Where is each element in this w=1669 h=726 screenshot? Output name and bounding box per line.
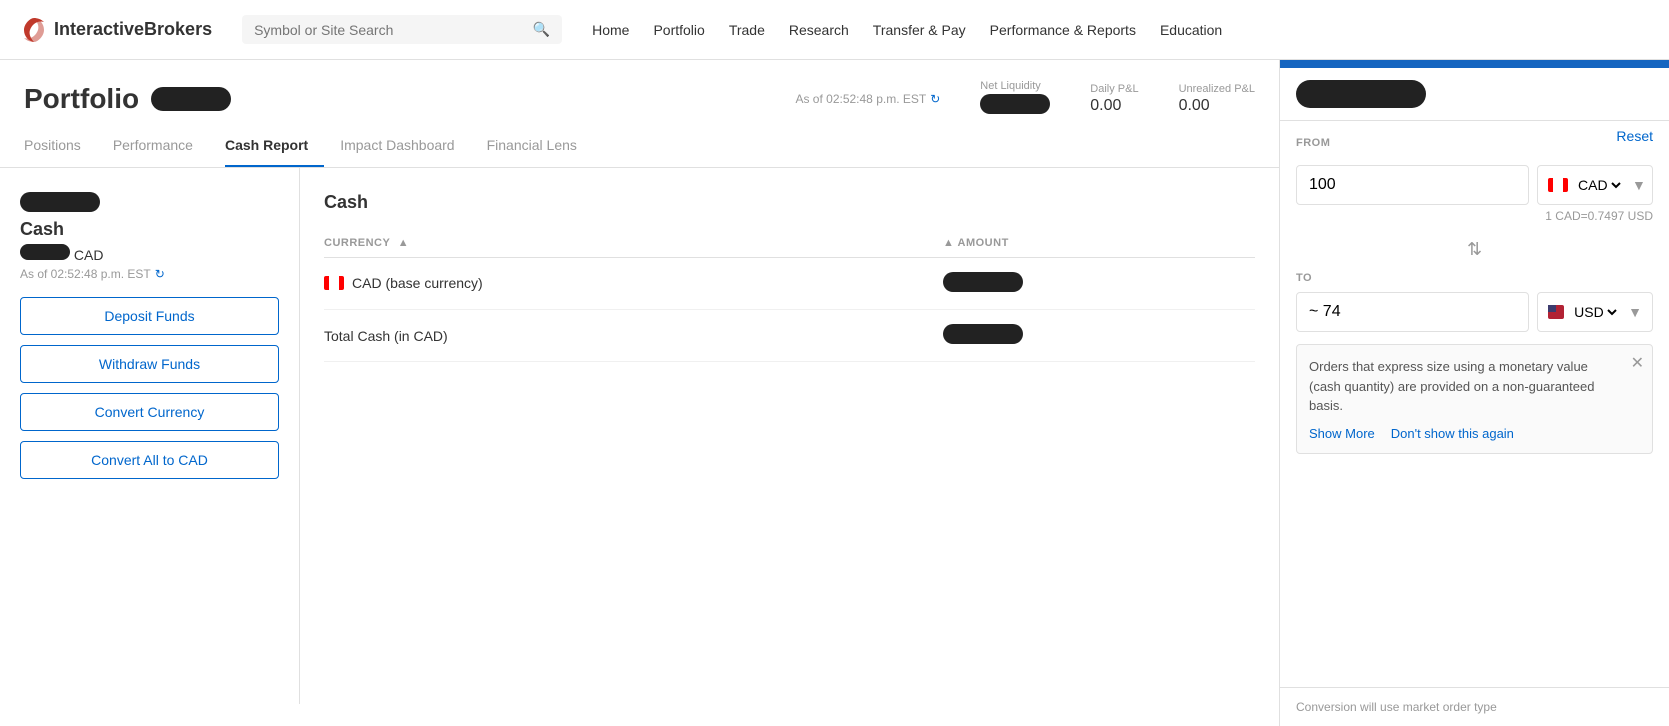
search-icon: 🔍 xyxy=(533,21,550,38)
account-name-badge xyxy=(20,192,100,212)
nav-item-portfolio[interactable]: Portfolio xyxy=(653,22,704,38)
tab-performance[interactable]: Performance xyxy=(113,129,209,167)
arrow-divider: ⇅ xyxy=(1296,239,1653,260)
portfolio-tabs: Positions Performance Cash Report Impact… xyxy=(0,117,1279,168)
convert-all-to-cad-button[interactable]: Convert All to CAD xyxy=(20,441,279,479)
from-label: FROM xyxy=(1296,137,1330,149)
from-flag-icon xyxy=(1548,178,1568,192)
nav-item-performance[interactable]: Performance & Reports xyxy=(990,22,1136,38)
daily-pnl-stat: Daily P&L 0.00 xyxy=(1090,83,1138,115)
logo-text: InteractiveBrokers xyxy=(54,19,212,40)
amount-cad xyxy=(943,272,1023,292)
net-liquidity-stat: Net Liquidity xyxy=(980,80,1050,117)
panel-top-strip xyxy=(1280,60,1669,68)
nav-item-home[interactable]: Home xyxy=(592,22,629,38)
to-amount-input[interactable] xyxy=(1296,292,1529,332)
cash-label: Cash xyxy=(20,219,279,240)
info-text: Orders that express size using a monetar… xyxy=(1309,357,1640,416)
action-buttons: Deposit Funds Withdraw Funds Convert Cur… xyxy=(20,297,279,479)
tab-cash-report[interactable]: Cash Report xyxy=(225,129,324,167)
nav-item-transfer[interactable]: Transfer & Pay xyxy=(873,22,966,38)
timestamp: As of 02:52:48 p.m. EST ↻ xyxy=(795,92,940,106)
dont-show-link[interactable]: Don't show this again xyxy=(1391,426,1514,441)
unrealized-pnl-stat: Unrealized P&L 0.00 xyxy=(1179,83,1255,115)
from-currency-dropdown[interactable]: CAD USD EUR xyxy=(1574,176,1624,194)
from-amount-input[interactable] xyxy=(1296,165,1529,205)
info-box: ✕ Orders that express size using a monet… xyxy=(1296,344,1653,454)
withdraw-funds-button[interactable]: Withdraw Funds xyxy=(20,345,279,383)
table-row: Total Cash (in CAD) xyxy=(324,310,1255,362)
close-icon[interactable]: ✕ xyxy=(1631,353,1644,373)
converter-footer: Conversion will use market order type xyxy=(1280,687,1669,726)
tab-impact-dashboard[interactable]: Impact Dashboard xyxy=(340,129,470,167)
to-currency-dropdown[interactable]: USD CAD EUR xyxy=(1570,303,1620,321)
tab-positions[interactable]: Positions xyxy=(24,129,97,167)
to-currency-select[interactable]: USD CAD EUR ▼ xyxy=(1537,292,1653,332)
exchange-rate: 1 CAD=0.7497 USD xyxy=(1296,209,1653,223)
total-cash-label: Total Cash (in CAD) xyxy=(324,328,448,344)
search-input[interactable] xyxy=(254,22,525,38)
search-bar[interactable]: 🔍 xyxy=(242,15,562,44)
currency-flag-cad: CAD (base currency) xyxy=(324,275,483,291)
to-flag-icon xyxy=(1548,305,1564,319)
currency-name-cad: CAD (base currency) xyxy=(352,275,483,291)
from-row: CAD USD EUR ▼ xyxy=(1296,165,1653,205)
sidebar-refresh-icon[interactable]: ↻ xyxy=(155,267,165,281)
flag-icon-ca xyxy=(324,276,344,290)
cash-table: CURRENCY ▲ ▲ AMOUNT CA xyxy=(324,229,1255,362)
to-label: TO xyxy=(1296,272,1312,284)
converter-title-badge xyxy=(1296,80,1426,108)
show-more-link[interactable]: Show More xyxy=(1309,426,1375,441)
account-info: Cash CAD As of 02:52:48 p.m. EST ↻ xyxy=(20,192,279,281)
refresh-icon[interactable]: ↻ xyxy=(930,92,940,106)
logo[interactable]: InteractiveBrokers xyxy=(20,16,212,44)
page-title: Portfolio xyxy=(24,83,139,115)
to-row: USD CAD EUR ▼ xyxy=(1296,292,1653,332)
currency-label: CAD xyxy=(74,247,104,263)
as-of-time: As of 02:52:48 p.m. EST ↻ xyxy=(20,267,279,281)
from-chevron-icon: ▼ xyxy=(1632,177,1646,193)
reset-link[interactable]: Reset xyxy=(1616,128,1653,144)
currency-badge xyxy=(20,244,70,260)
account-badge xyxy=(151,87,231,111)
deposit-funds-button[interactable]: Deposit Funds xyxy=(20,297,279,335)
table-row: CAD (base currency) xyxy=(324,258,1255,310)
col-amount[interactable]: ▲ AMOUNT xyxy=(943,229,1255,258)
col-currency[interactable]: CURRENCY ▲ xyxy=(324,229,943,258)
converter-body: FROM Reset CAD USD EUR ▼ 1 CA xyxy=(1280,121,1669,687)
to-chevron-icon: ▼ xyxy=(1628,304,1642,320)
tab-financial-lens[interactable]: Financial Lens xyxy=(487,129,593,167)
converter-header xyxy=(1280,68,1669,121)
section-title: Cash xyxy=(324,192,1255,213)
net-liquidity-value xyxy=(980,94,1050,114)
amount-total xyxy=(943,324,1023,344)
from-currency-select[interactable]: CAD USD EUR ▼ xyxy=(1537,165,1653,205)
nav-item-trade[interactable]: Trade xyxy=(729,22,765,38)
footer-text: Conversion will use market order type xyxy=(1296,700,1497,714)
nav-item-research[interactable]: Research xyxy=(789,22,849,38)
nav-item-education[interactable]: Education xyxy=(1160,22,1222,38)
nav-links: Home Portfolio Trade Research Transfer &… xyxy=(592,22,1222,38)
info-links: Show More Don't show this again xyxy=(1309,426,1640,441)
convert-currency-button[interactable]: Convert Currency xyxy=(20,393,279,431)
